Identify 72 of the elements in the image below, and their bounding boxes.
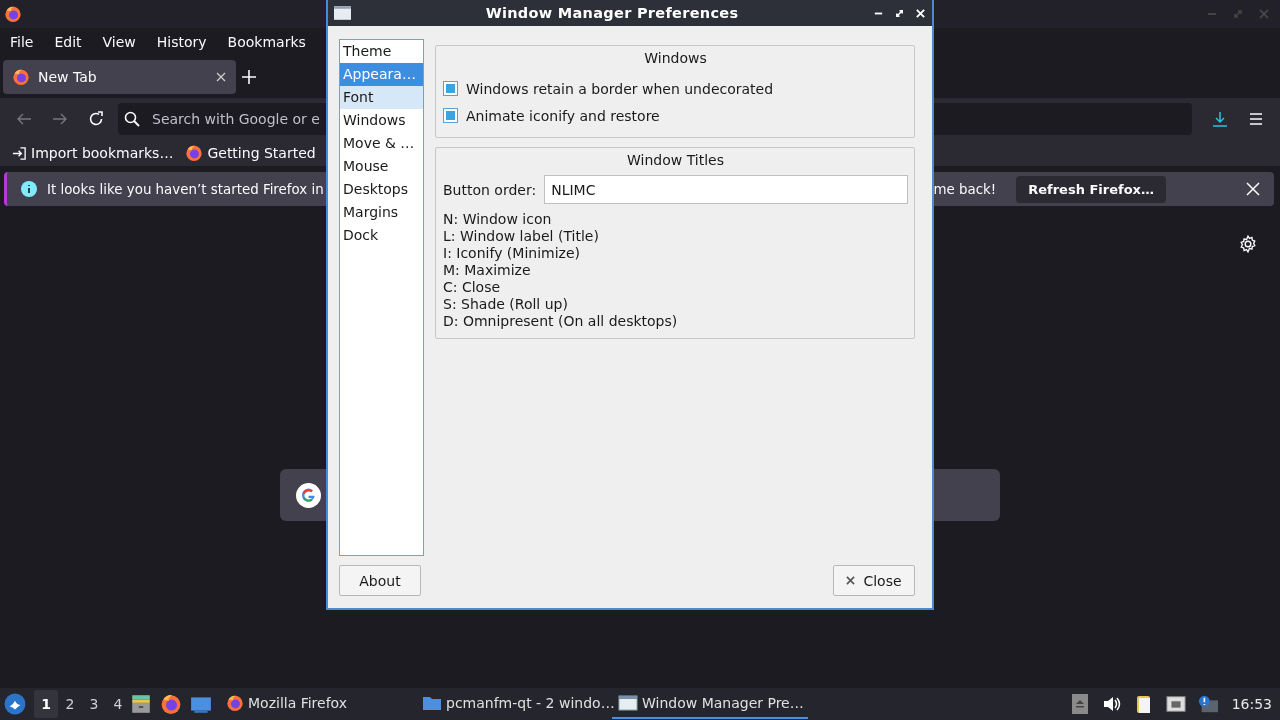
section-list-item[interactable]: Mouse bbox=[340, 155, 423, 178]
new-tab-icon[interactable] bbox=[242, 70, 256, 84]
taskbar-button[interactable]: Mozilla Firefox bbox=[220, 689, 416, 719]
section-list-item[interactable]: Margins bbox=[340, 201, 423, 224]
menu-item[interactable]: Bookmarks bbox=[227, 34, 306, 50]
workspace-button[interactable]: 1 bbox=[34, 690, 58, 718]
network-icon[interactable] bbox=[1165, 694, 1186, 714]
section-list-item[interactable]: Windows bbox=[340, 109, 423, 132]
close-icon bbox=[846, 576, 856, 585]
firefox-logo-icon bbox=[12, 68, 30, 86]
workspace-button[interactable]: 4 bbox=[106, 690, 130, 718]
legend-line: I: Iconify (Minimize) bbox=[443, 245, 581, 262]
legend-line: C: Close bbox=[443, 279, 502, 296]
firefox-logo-icon bbox=[226, 694, 244, 712]
group-title: Window Titles bbox=[626, 152, 725, 168]
section-list-item[interactable]: Theme bbox=[340, 40, 423, 63]
forward-icon[interactable] bbox=[52, 111, 68, 127]
file-cabinet-icon[interactable] bbox=[130, 693, 152, 715]
section-list-item[interactable]: Dock bbox=[340, 224, 423, 247]
taskbar-button[interactable]: Window Manager Pre… bbox=[612, 689, 808, 719]
legend-line: N: Window icon bbox=[443, 211, 553, 228]
maximize-icon[interactable] bbox=[894, 7, 905, 19]
menu-item[interactable]: File bbox=[10, 34, 34, 50]
firefox-logo-icon bbox=[185, 144, 204, 162]
legend-line: M: Maximize bbox=[443, 262, 532, 279]
close-button[interactable]: Close bbox=[833, 565, 915, 596]
workspace-button[interactable]: 2 bbox=[58, 690, 82, 718]
legend-line: L: Window label (Title) bbox=[443, 228, 600, 245]
menu-icon[interactable] bbox=[1248, 111, 1264, 127]
section-list-item[interactable]: Font bbox=[340, 86, 423, 109]
about-button[interactable]: About bbox=[339, 565, 421, 596]
bookmark[interactable]: Import bookmarks… bbox=[12, 145, 174, 161]
workspace-button[interactable]: 3 bbox=[82, 690, 106, 718]
legend-line: D: Omnipresent (On all desktops) bbox=[443, 313, 679, 330]
field-label: Button order: bbox=[443, 181, 537, 198]
firefox-logo-icon bbox=[4, 5, 22, 23]
reload-icon[interactable] bbox=[88, 111, 104, 127]
settings-icon[interactable] bbox=[1239, 235, 1257, 253]
window-icon bbox=[618, 693, 638, 713]
volume-icon[interactable] bbox=[1101, 694, 1122, 714]
refresh-button[interactable]: Refresh Firefox… bbox=[1016, 175, 1166, 203]
address-placeholder: Search with Google or e bbox=[152, 111, 320, 127]
search-icon bbox=[124, 111, 140, 127]
back-icon[interactable] bbox=[16, 111, 32, 127]
download-icon[interactable] bbox=[1212, 111, 1228, 127]
bookmark[interactable]: Getting Started bbox=[185, 144, 316, 162]
group-title: Windows bbox=[643, 50, 708, 66]
info-icon bbox=[21, 181, 37, 197]
menu-item[interactable]: View bbox=[102, 34, 136, 50]
eject-icon[interactable] bbox=[1069, 694, 1090, 714]
browser-tab[interactable]: New Tab bbox=[3, 60, 236, 94]
section-list-item[interactable]: Desktops bbox=[340, 178, 423, 201]
google-logo-icon bbox=[296, 482, 321, 508]
section-list-item[interactable]: Move & … bbox=[340, 132, 423, 155]
window-title: Window Manager Preferences bbox=[484, 5, 740, 21]
menu-item[interactable]: Edit bbox=[54, 34, 82, 50]
notification-text: It looks like you haven’t started Firefox in bbox=[47, 181, 324, 197]
window-icon bbox=[334, 6, 351, 20]
firefox-logo-icon[interactable] bbox=[160, 693, 182, 715]
taskbar-button[interactable]: pcmanfm-qt - 2 windo… bbox=[416, 689, 612, 719]
input-field[interactable]: NLIMC bbox=[544, 175, 908, 204]
checkbox-label: Windows retain a border when undecorated bbox=[466, 80, 774, 97]
legend-line: S: Shade (Roll up) bbox=[443, 296, 569, 313]
notification-icon[interactable] bbox=[1197, 694, 1218, 714]
start-menu-icon[interactable] bbox=[4, 693, 26, 715]
menu-item[interactable]: History bbox=[156, 34, 207, 50]
checkbox-label: Animate iconify and restore bbox=[466, 107, 660, 124]
import-icon bbox=[12, 145, 27, 161]
clock: 16:53 bbox=[1231, 696, 1272, 712]
notification-text: me back! bbox=[933, 181, 997, 197]
checkbox[interactable] bbox=[443, 81, 458, 96]
checkbox[interactable] bbox=[443, 108, 458, 123]
